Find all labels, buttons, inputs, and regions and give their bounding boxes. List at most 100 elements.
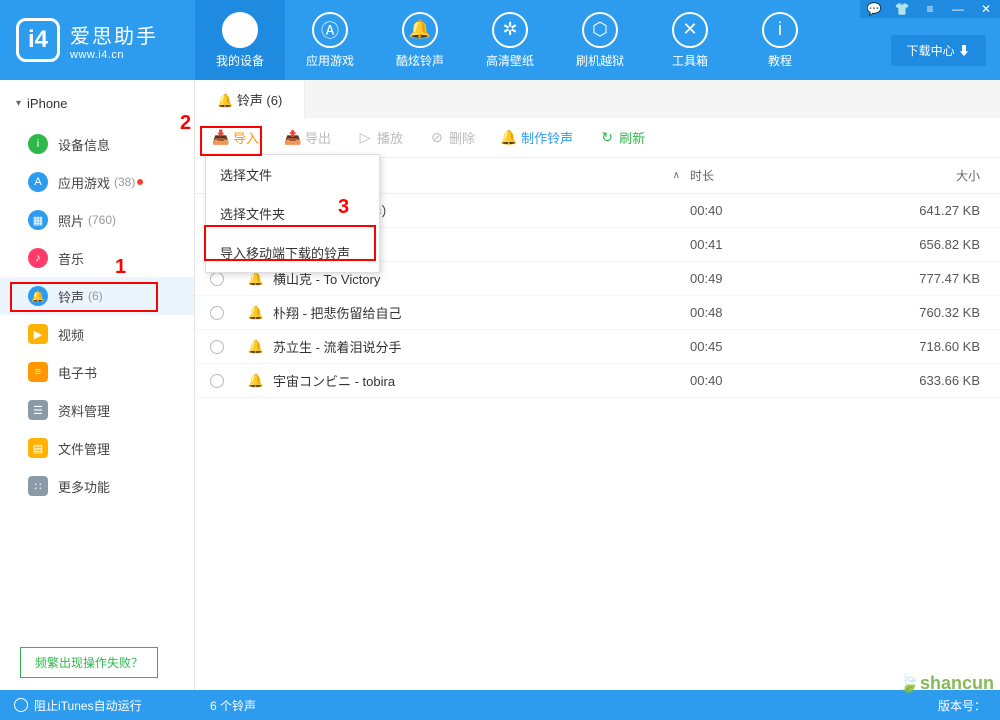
nav-wallpaper[interactable]: ✲ 高清壁纸: [465, 0, 555, 80]
col-duration-header[interactable]: 时长: [690, 167, 890, 184]
row-select[interactable]: [195, 374, 239, 388]
toolbar: 📥 导入 📤 导出 ▷ 播放 ⊘ 删除 🔔 制作铃声: [195, 118, 1000, 158]
sidebar: iPhone i设备信息A应用游戏(38)▦照片(760)♪音乐🔔铃声(6)▶视…: [0, 80, 195, 690]
tab-label: 铃声 (6): [237, 93, 283, 108]
device-name: iPhone: [27, 96, 67, 111]
menu-icon[interactable]: ≡: [916, 0, 944, 18]
sidebar-item-6[interactable]: ≡电子书: [0, 353, 194, 391]
sidebar-label: 照片: [58, 211, 84, 230]
sidebar-item-9[interactable]: ∷ 更多功能: [0, 467, 194, 505]
sidebar-count: (6): [88, 289, 103, 303]
status-bar: 阻止iTunes自动运行 6 个铃声 版本号：: [0, 690, 1000, 720]
feedback-icon[interactable]: 💬: [860, 0, 888, 18]
sidebar-item-3[interactable]: ♪音乐: [0, 239, 194, 277]
play-button[interactable]: ▷ 播放: [351, 124, 409, 151]
sidebar-label: 更多功能: [58, 477, 110, 496]
delete-button[interactable]: ⊘ 删除: [423, 124, 481, 151]
faq-label: 频繁出现操作失败？: [35, 656, 143, 670]
sidebar-icon: i: [28, 134, 48, 154]
refresh-button[interactable]: ↻ 刷新: [593, 124, 651, 151]
status-version: 版本号：: [938, 697, 986, 714]
row-select[interactable]: [195, 340, 239, 354]
skin-icon[interactable]: 👕: [888, 0, 916, 18]
sidebar-icon: ▶: [28, 324, 48, 344]
sidebar-icon: A: [28, 172, 48, 192]
import-dropdown: 选择文件 选择文件夹 导入移动端下载的铃声: [205, 154, 380, 273]
sidebar-count: (38): [114, 175, 135, 189]
bell-icon: 🔔: [402, 12, 438, 48]
row-duration: 00:48: [690, 305, 890, 320]
table-row[interactable]: 🔔朴翔 - 把悲伤留给自己00:48760.32 KB: [195, 296, 1000, 330]
export-button[interactable]: 📤 导出: [279, 124, 337, 151]
row-duration: 00:40: [690, 373, 890, 388]
nav-label: 高清壁纸: [486, 52, 534, 69]
make-ringtone-button[interactable]: 🔔 制作铃声: [495, 124, 579, 151]
row-select[interactable]: [195, 272, 239, 286]
download-center-label: 下载中心: [907, 44, 955, 58]
table-row[interactable]: 🔔苏立生 - 流着泪说分手00:45718.60 KB: [195, 330, 1000, 364]
nav: 我的设备 Ⓐ 应用游戏 🔔 酷炫铃声 ✲ 高清壁纸 ⬡ 刷机越狱 ✕ 工具箱 i…: [195, 0, 825, 80]
make-label: 制作铃声: [521, 128, 573, 147]
row-name: 🔔宇宙コンビニ - tobira: [239, 371, 690, 390]
sidebar-count: (760): [88, 213, 116, 227]
sort-asc-icon: ∧: [673, 170, 690, 181]
nav-label: 刷机越狱: [576, 52, 624, 69]
nav-tools[interactable]: ✕ 工具箱: [645, 0, 735, 80]
nav-ringtones[interactable]: 🔔 酷炫铃声: [375, 0, 465, 80]
sidebar-icon: ▦: [28, 210, 48, 230]
minimize-button[interactable]: —: [944, 0, 972, 18]
sidebar-icon: ∷: [28, 476, 48, 496]
nav-flash[interactable]: ⬡ 刷机越狱: [555, 0, 645, 80]
nav-apps[interactable]: Ⓐ 应用游戏: [285, 0, 375, 80]
faq-button[interactable]: 频繁出现操作失败？: [20, 647, 158, 678]
logo-text: 爱思助手 www.i4.cn: [70, 20, 158, 61]
app-url: www.i4.cn: [70, 49, 158, 61]
export-label: 导出: [305, 128, 331, 147]
sidebar-item-5[interactable]: ▶ 视频: [0, 315, 194, 353]
play-label: 播放: [377, 128, 403, 147]
device-header[interactable]: iPhone: [0, 88, 194, 119]
row-select[interactable]: [195, 306, 239, 320]
sidebar-item-2[interactable]: ▦ 照片 (760): [0, 201, 194, 239]
dropdown-select-folder[interactable]: 选择文件夹: [206, 194, 379, 233]
sidebar-item-7[interactable]: ☰ 资料管理: [0, 391, 194, 429]
refresh-label: 刷新: [619, 128, 645, 147]
tab-ringtones[interactable]: 🔔 铃声 (6): [195, 80, 305, 118]
row-size: 633.66 KB: [890, 373, 1000, 388]
sidebar-label: 视频: [58, 325, 84, 344]
nav-label: 教程: [768, 52, 792, 69]
bell-icon: 🔔: [247, 304, 265, 322]
nav-my-device[interactable]: 我的设备: [195, 0, 285, 80]
dropdown-select-file[interactable]: 选择文件: [206, 155, 379, 194]
col-size-header[interactable]: 大小: [890, 167, 1000, 184]
row-size: 718.60 KB: [890, 339, 1000, 354]
import-button[interactable]: 📥 导入: [207, 124, 265, 151]
close-button[interactable]: ✕: [972, 0, 1000, 18]
nav-tutorial[interactable]: i 教程: [735, 0, 825, 80]
import-label: 导入: [233, 128, 259, 147]
circle-icon: [14, 698, 28, 712]
bell-icon: 🔔: [247, 372, 265, 390]
sidebar-label: 文件管理: [58, 439, 110, 458]
table-row[interactable]: 🔔宇宙コンビニ - tobira00:40633.66 KB: [195, 364, 1000, 398]
import-icon: 📥: [213, 130, 229, 146]
sidebar-label: 资料管理: [58, 401, 110, 420]
body: iPhone i设备信息A应用游戏(38) ▦ 照片 (760) ♪音乐 🔔 铃声 (6) ▶ 视…: [0, 80, 1000, 690]
dropdown-import-mobile[interactable]: 导入移动端下载的铃声: [206, 233, 379, 272]
sidebar-item-1[interactable]: A应用游戏(38): [0, 163, 194, 201]
header: i4 爱思助手 www.i4.cn 我的设备 Ⓐ 应用游戏 🔔 酷炫铃声 ✲ 高…: [0, 0, 1000, 80]
sidebar-item-4[interactable]: 🔔铃声(6): [0, 277, 194, 315]
row-duration: 00:49: [690, 271, 890, 286]
sidebar-item-8[interactable]: ▤文件管理: [0, 429, 194, 467]
nav-label: 应用游戏: [306, 52, 354, 69]
sidebar-item-0[interactable]: i设备信息: [0, 125, 194, 163]
row-duration: 00:41: [690, 237, 890, 252]
sidebar-icon: ☰: [28, 400, 48, 420]
sidebar-label: 铃声: [58, 287, 84, 306]
info-icon: i: [762, 12, 798, 48]
bell-icon: 🔔: [247, 338, 265, 356]
row-duration: 00:40: [690, 203, 890, 218]
status-itunes[interactable]: 阻止iTunes自动运行: [14, 697, 142, 714]
logo-area: i4 爱思助手 www.i4.cn: [0, 18, 195, 62]
download-center-button[interactable]: 下载中心 ⬇: [891, 35, 986, 66]
